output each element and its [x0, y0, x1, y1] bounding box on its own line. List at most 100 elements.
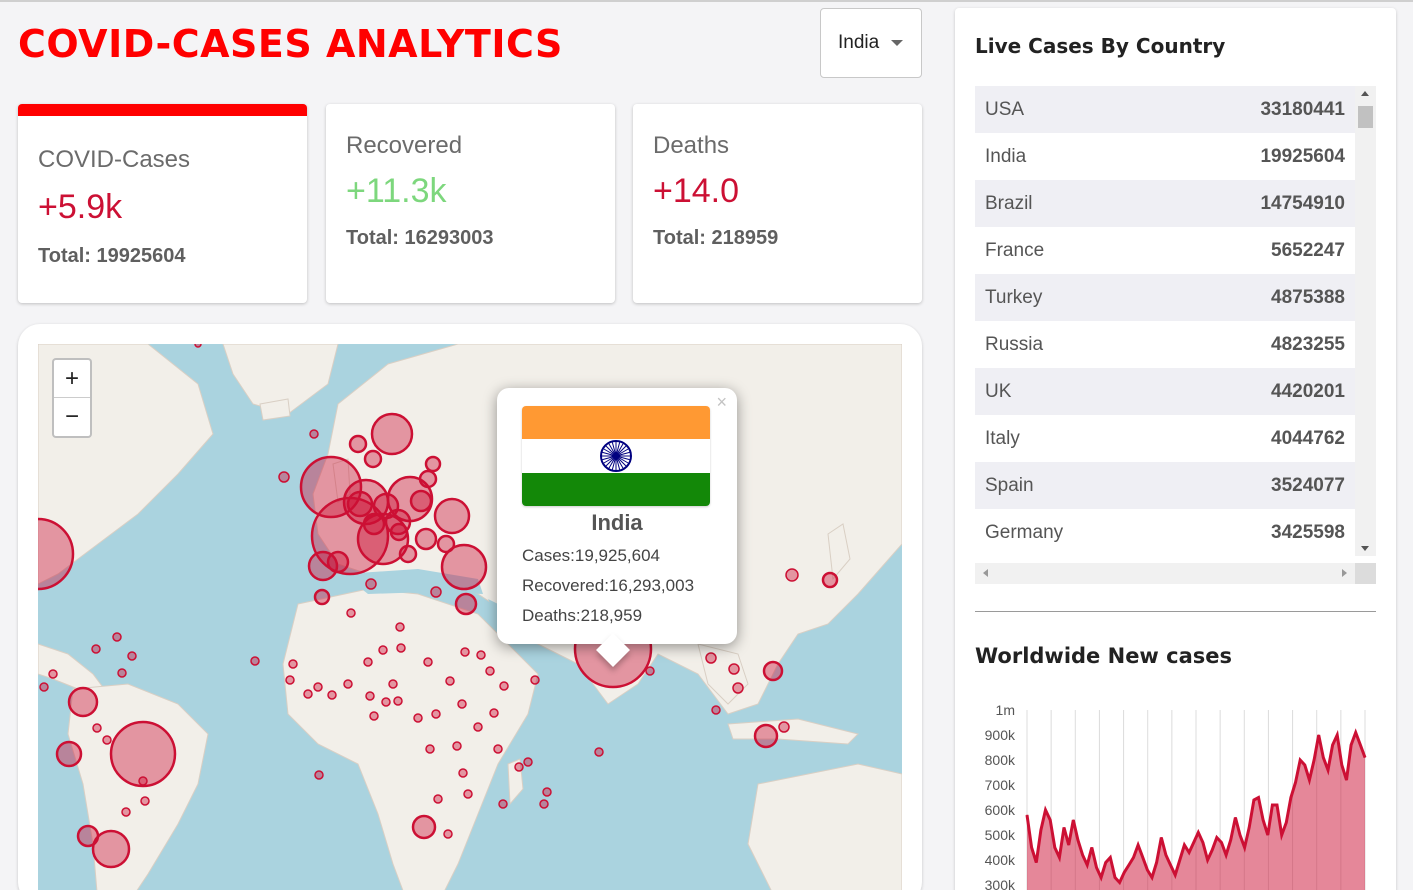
- chart-title: Worldwide New cases: [975, 644, 1233, 668]
- case-marker: [39, 682, 49, 692]
- y-tick-label: 800k: [985, 752, 1016, 768]
- table-row: France 5652247: [975, 227, 1355, 274]
- stat-card-recovered[interactable]: Recovered +11.3k Total: 16293003: [326, 104, 615, 303]
- scroll-up-icon[interactable]: [1361, 91, 1369, 96]
- case-marker: [728, 663, 740, 675]
- chart-point: [1174, 874, 1176, 876]
- chart-point: [1304, 764, 1306, 766]
- case-marker: [452, 741, 462, 751]
- case-marker: [348, 434, 368, 454]
- chart-point: [1327, 769, 1329, 771]
- popup-country-name: India: [591, 510, 643, 535]
- chart-point: [1322, 757, 1324, 758]
- case-marker: [314, 770, 324, 780]
- chart-point: [1225, 854, 1227, 856]
- chart-point: [1202, 842, 1204, 843]
- case-marker: [102, 735, 112, 745]
- chart-point: [1058, 857, 1060, 858]
- popup-recovered: Recovered:16,293,003: [522, 576, 695, 595]
- zoom-out-button[interactable]: −: [54, 398, 90, 436]
- vertical-scrollbar[interactable]: [1355, 86, 1376, 556]
- chart-point: [1119, 882, 1121, 883]
- y-tick-label: 400k: [985, 852, 1016, 868]
- country-name: UK: [985, 380, 1012, 402]
- y-tick-label: 300k: [985, 877, 1016, 890]
- flag-band-green: [522, 472, 710, 506]
- chart-point: [1193, 842, 1195, 843]
- chart-point: [1063, 827, 1065, 828]
- case-marker: [409, 489, 433, 513]
- case-marker: [346, 490, 374, 518]
- case-marker: [530, 675, 540, 685]
- case-marker: [303, 689, 313, 699]
- world-map[interactable]: + − × India Cases:19,925,604 Recovered:1…: [38, 344, 902, 890]
- case-count: 4044762: [1271, 427, 1345, 449]
- chart-point: [1341, 764, 1343, 766]
- chart-point: [1091, 847, 1093, 848]
- horizontal-scrollbar[interactable]: [975, 563, 1355, 584]
- chart-point: [1295, 782, 1297, 783]
- chart-point: [1332, 744, 1334, 746]
- chart-point: [1262, 819, 1264, 821]
- chart-point: [1128, 864, 1130, 866]
- chart-point: [1355, 732, 1357, 733]
- case-marker: [431, 709, 441, 719]
- case-count: 14754910: [1260, 192, 1345, 214]
- flag-icon: [522, 406, 710, 506]
- case-count: 3425598: [1271, 521, 1345, 543]
- chart-point: [1299, 759, 1301, 761]
- flag-band-white: [522, 439, 710, 473]
- table-row: Spain 3524077: [975, 462, 1355, 509]
- divider: [975, 611, 1376, 612]
- case-marker: [821, 571, 839, 589]
- case-marker: [112, 632, 122, 642]
- caret-down-icon: [891, 40, 904, 46]
- live-cases-table[interactable]: USA 33180441 India 19925604 Brazil 14754910…: [975, 86, 1355, 556]
- case-marker: [732, 682, 744, 694]
- chart-point: [1086, 864, 1088, 866]
- table-row: USA 33180441: [975, 86, 1355, 133]
- table-row: Italy 4044762: [975, 415, 1355, 462]
- scroll-left-icon[interactable]: [983, 569, 988, 577]
- app-title: COVID-CASES ANALYTICS: [18, 22, 563, 66]
- chart-point: [1105, 862, 1107, 863]
- stat-card-cases[interactable]: COVID-Cases +5.9k Total: 19925604: [18, 104, 307, 303]
- table-row: Russia 4823255: [975, 321, 1355, 368]
- chart-point: [1082, 854, 1084, 856]
- chart-point: [1290, 797, 1292, 798]
- scroll-thumb[interactable]: [1358, 106, 1373, 128]
- scroll-down-icon[interactable]: [1361, 546, 1369, 551]
- chart-point: [1072, 819, 1074, 821]
- case-marker: [411, 814, 437, 840]
- table-row: Brazil 14754910: [975, 180, 1355, 227]
- chart-point: [1146, 869, 1148, 871]
- chart-point: [1230, 839, 1232, 841]
- case-marker: [418, 469, 438, 489]
- stat-change: +14.0: [653, 172, 740, 210]
- stat-label: COVID-Cases: [38, 146, 191, 173]
- zoom-in-button[interactable]: +: [54, 360, 90, 398]
- chart-point: [1350, 744, 1352, 746]
- case-marker: [346, 608, 356, 618]
- scroll-right-icon[interactable]: [1342, 569, 1347, 577]
- case-marker: [285, 675, 295, 685]
- case-marker: [250, 656, 260, 666]
- stat-card-deaths[interactable]: Deaths +14.0 Total: 218959: [633, 104, 922, 303]
- chart-point: [1258, 797, 1260, 798]
- chart-point: [1197, 832, 1199, 833]
- case-marker: [121, 807, 131, 817]
- case-marker: [473, 722, 483, 732]
- case-marker: [362, 512, 386, 536]
- chart-point: [1031, 847, 1033, 848]
- case-count: 4420201: [1271, 380, 1345, 402]
- case-marker: [711, 705, 721, 715]
- popup-deaths: Deaths:218,959: [522, 606, 643, 625]
- chart-point: [1137, 844, 1139, 846]
- chart-point: [1095, 867, 1097, 868]
- popup-close-button[interactable]: ×: [716, 392, 727, 413]
- country-select[interactable]: India: [820, 8, 922, 78]
- case-marker: [309, 429, 319, 439]
- chart-point: [1359, 744, 1361, 746]
- chart-point: [1234, 817, 1236, 818]
- country-name: Spain: [985, 474, 1034, 496]
